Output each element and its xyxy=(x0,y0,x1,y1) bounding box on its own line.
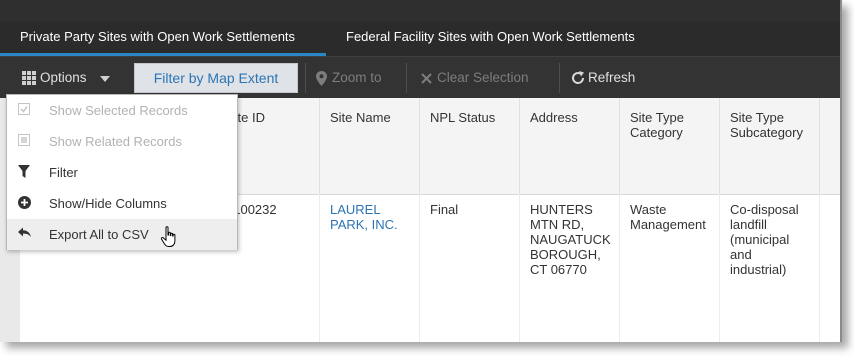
menu-item-label: Show Selected Records xyxy=(49,103,188,118)
menu-item-show-related-records[interactable]: Show Related Records xyxy=(7,126,237,157)
related-records-icon xyxy=(17,134,31,148)
column-header-label: NPL Status xyxy=(430,110,496,125)
menu-item-filter[interactable]: Filter xyxy=(7,157,237,188)
toolbar-divider xyxy=(305,63,306,93)
options-label: Options xyxy=(40,70,87,85)
cell-npl-status: Final xyxy=(420,194,520,342)
column-header-site-type-category[interactable]: Site Type Category xyxy=(620,98,720,194)
options-dropdown-menu: Show Selected Records Show Related Recor… xyxy=(6,94,238,250)
menu-item-show-selected-records[interactable]: Show Selected Records xyxy=(7,95,237,126)
column-header-label: Site Type Category xyxy=(630,110,684,140)
export-icon xyxy=(17,227,31,241)
filter-by-map-extent-button[interactable]: Filter by Map Extent xyxy=(134,63,298,93)
grid-icon xyxy=(22,71,36,85)
refresh-icon xyxy=(572,71,585,84)
toolbar-divider xyxy=(406,63,407,93)
column-header-label: Address xyxy=(530,110,578,125)
site-name-link[interactable]: LAUREL PARK, INC. xyxy=(330,202,398,232)
menu-item-label: Show Related Records xyxy=(49,134,182,149)
menu-item-export-all-to-csv[interactable]: Export All to CSV xyxy=(7,219,237,250)
options-button[interactable]: Options xyxy=(22,66,116,90)
hand-pointer-cursor-icon xyxy=(160,226,176,247)
column-header-label: Site Type Subcategory xyxy=(730,110,803,140)
zoom-to-label: Zoom to xyxy=(332,70,382,85)
cell-site-type-category: Waste Management xyxy=(620,194,720,342)
clear-selection-label: Clear Selection xyxy=(437,70,529,85)
tab-bar: Private Party Sites with Open Work Settl… xyxy=(0,22,840,56)
toolbar-divider xyxy=(559,63,560,93)
map-pin-icon xyxy=(316,71,327,86)
column-header-address[interactable]: Address xyxy=(520,98,620,194)
column-header-npl-status[interactable]: NPL Status xyxy=(420,98,520,194)
caret-down-icon xyxy=(100,76,110,82)
filter-icon xyxy=(17,165,31,179)
selected-records-icon xyxy=(17,103,31,117)
clear-selection-button[interactable]: Clear Selection xyxy=(421,66,551,90)
plus-circle-icon xyxy=(17,196,31,210)
close-icon xyxy=(421,73,432,84)
tab-private-party-sites[interactable]: Private Party Sites with Open Work Settl… xyxy=(0,22,326,56)
menu-item-label: Filter xyxy=(49,165,78,180)
tab-federal-facility-sites[interactable]: Federal Facility Sites with Open Work Se… xyxy=(346,22,666,56)
title-band xyxy=(0,0,840,23)
menu-item-show-hide-columns[interactable]: Show/Hide Columns xyxy=(7,188,237,219)
cell-site-name[interactable]: LAUREL PARK, INC. xyxy=(320,194,420,342)
cell-site-type-subcategory: Co-disposal landfill (municipal and indu… xyxy=(720,194,820,342)
attribute-table-window: Private Party Sites with Open Work Settl… xyxy=(0,0,842,342)
refresh-button[interactable]: Refresh xyxy=(571,66,651,90)
zoom-to-button[interactable]: Zoom to xyxy=(316,66,396,90)
menu-item-label: Export All to CSV xyxy=(49,227,149,242)
column-header-site-type-subcategory[interactable]: Site Type Subcategory xyxy=(720,98,820,194)
cell-address: HUNTERS MTN RD, NAUGATUCK BOROUGH, CT 06… xyxy=(520,194,620,342)
menu-item-label: Show/Hide Columns xyxy=(49,196,167,211)
column-header-site-name[interactable]: Site Name xyxy=(320,98,420,194)
column-header-label: Site Name xyxy=(330,110,391,125)
refresh-label: Refresh xyxy=(588,70,636,85)
toolbar: Options Filter by Map Extent Zoom to Cle… xyxy=(0,56,840,99)
